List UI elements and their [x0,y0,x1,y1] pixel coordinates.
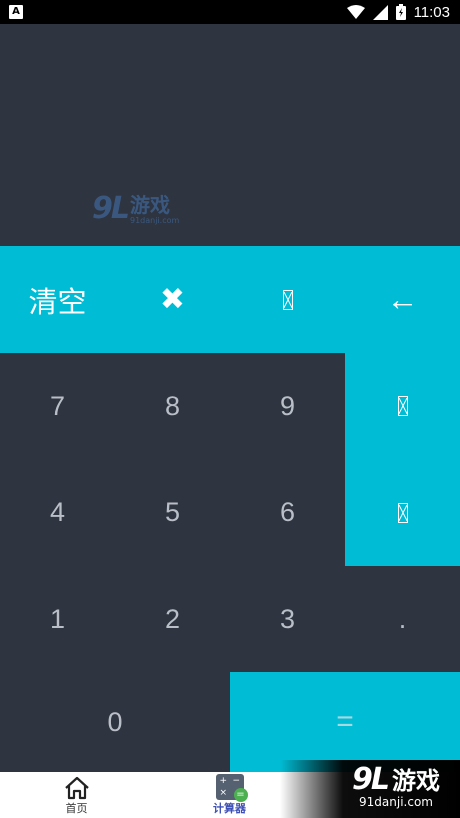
status-time: 11:03 [413,3,450,21]
digit-7-button[interactable]: 7 [0,353,115,459]
digit-2-button[interactable]: 2 [115,566,230,672]
clear-label: 清空 [28,286,87,319]
digit-0-button[interactable]: 0 [0,672,230,772]
watermark-url: 91danji.com [130,216,180,225]
notification-icon: A [9,5,23,19]
equals-button[interactable]: = [230,672,460,772]
digit-8-button[interactable]: 8 [115,353,230,459]
status-icons: 11:03 [346,2,450,22]
digit-label: 9 [279,390,296,421]
result-display [0,24,460,246]
watermark-logo: 9L 游戏 91danji.com [92,194,179,226]
nav-calculator-label: 计算器 [213,802,246,815]
digit-label: 0 [107,706,123,737]
corner-watermark-logo: 9L 游戏 91danji.com [352,762,440,810]
digit-3-button[interactable]: 3 [230,566,345,672]
watermark-number: 9L [92,191,130,226]
watermark-text: 游戏 [130,193,170,217]
battery-icon [395,4,406,20]
equals-label: = [336,705,354,738]
backspace-button[interactable]: ← [345,246,460,353]
signal-icon [372,4,388,20]
divide-icon [282,289,293,310]
digit-label: 3 [279,603,296,634]
digit-label: 2 [164,603,181,634]
nav-home[interactable]: 首页 [19,772,134,818]
backspace-icon: ← [386,281,419,317]
decimal-label: . [398,603,407,634]
multiply-icon: ✖ [159,283,186,316]
digit-label: 8 [164,390,181,421]
home-icon [64,776,89,800]
plus-icon [397,502,408,523]
digit-label: 7 [49,390,66,421]
calculator-icon: + − × = [215,774,248,802]
decimal-point-button[interactable]: . [345,566,460,672]
multiply-button[interactable]: ✖ [115,246,230,353]
status-bar: A 11:03 [0,0,460,24]
clear-button[interactable]: 清空 [0,246,115,353]
digit-4-button[interactable]: 4 [0,459,115,566]
nav-calculator[interactable]: + − × = 计算器 [172,772,287,818]
corner-logo-url: 91danji.com [359,795,433,809]
wifi-icon [346,5,365,19]
plus-button[interactable] [345,459,460,566]
digit-5-button[interactable]: 5 [115,459,230,566]
minus-icon [397,396,408,416]
digit-label: 4 [49,497,66,527]
digit-1-button[interactable]: 1 [0,566,115,672]
digit-label: 6 [279,497,296,527]
divide-button[interactable] [230,246,345,353]
digit-label: 5 [164,497,181,527]
digit-6-button[interactable]: 6 [230,459,345,566]
digit-label: 1 [49,603,66,634]
nav-home-label: 首页 [65,802,88,815]
minus-button[interactable] [345,353,460,459]
corner-logo-number: 9L [352,762,390,797]
digit-9-button[interactable]: 9 [230,353,345,459]
corner-logo-text: 游戏 [392,767,440,795]
